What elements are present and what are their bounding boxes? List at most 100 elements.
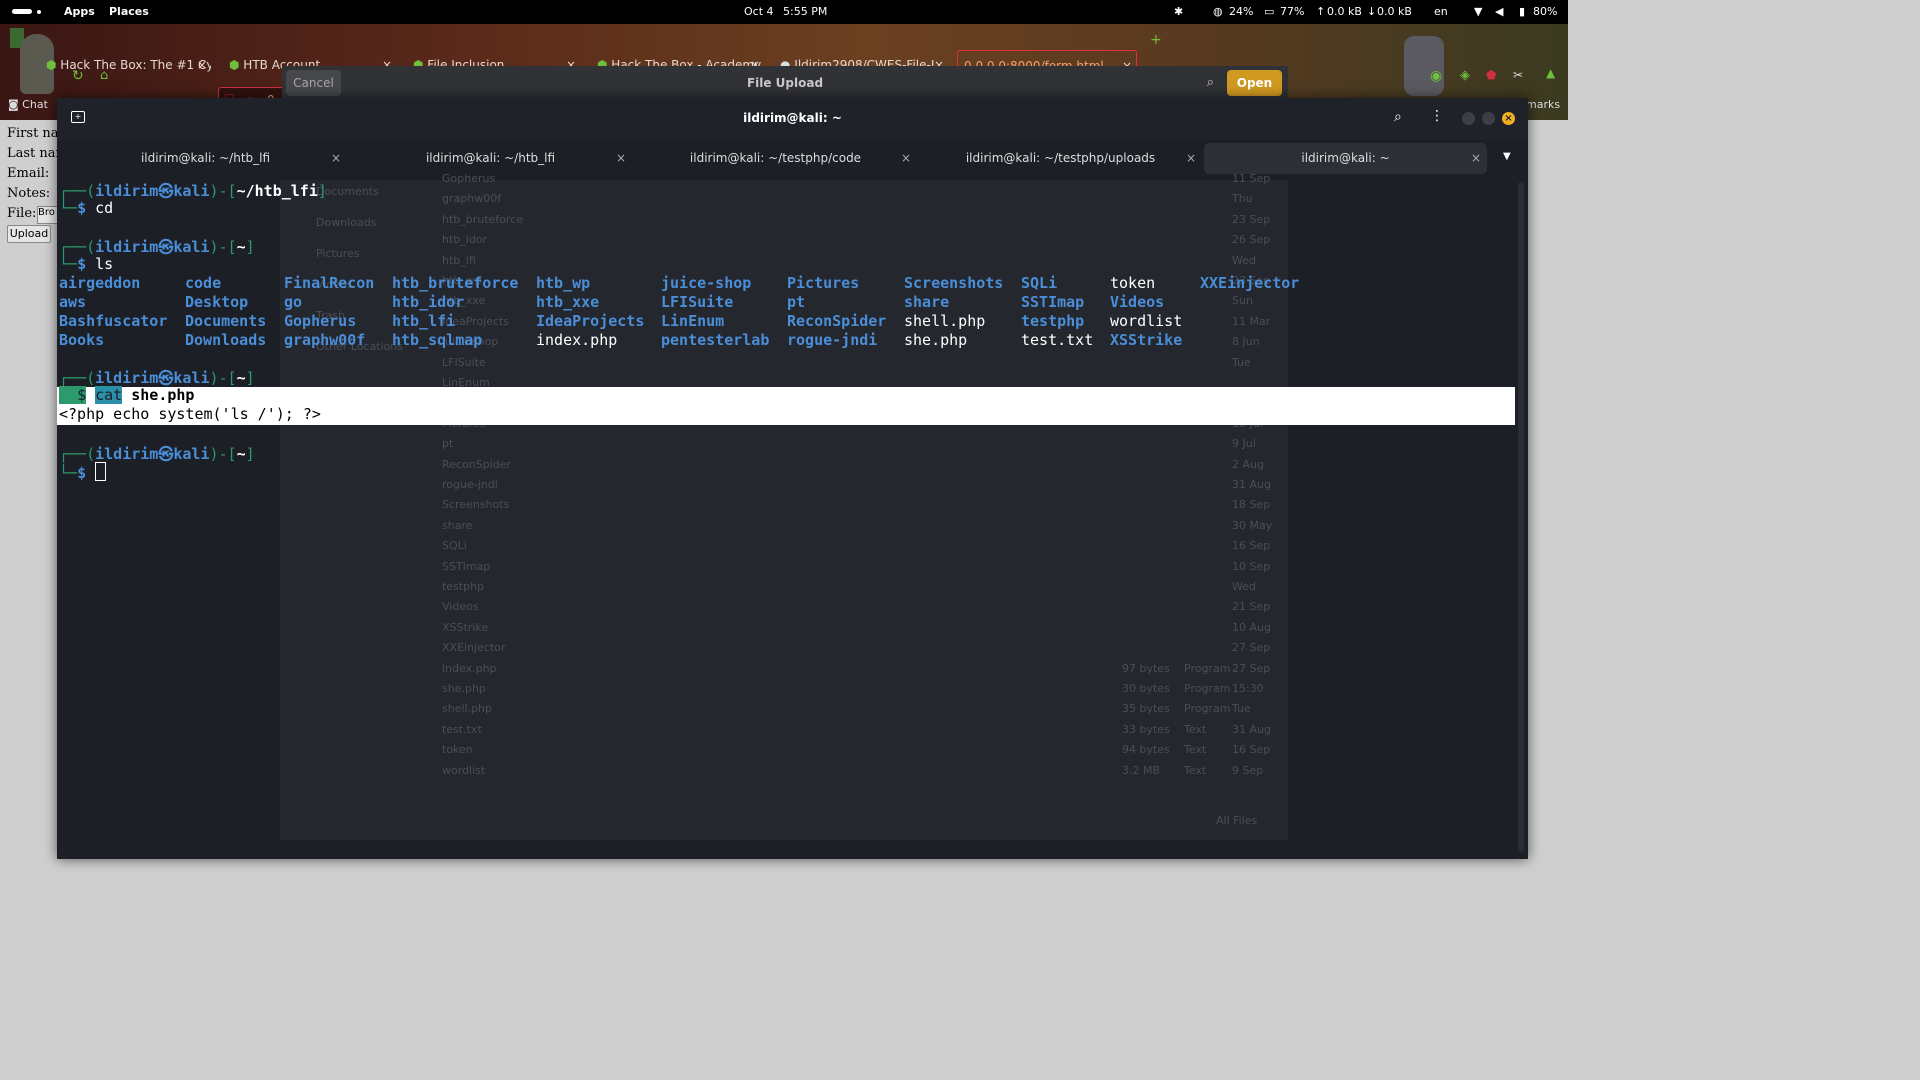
- prompt-line: ┌──(ildirim㉿kali)-[~]: [59, 238, 255, 256]
- chat-icon: ◙: [8, 98, 23, 111]
- clock-time[interactable]: 5:55 PM: [783, 5, 827, 18]
- ls-file: shell.php: [904, 312, 986, 330]
- other-bookmarks[interactable]: marks: [1526, 98, 1560, 111]
- ls-directory: FinalRecon: [284, 274, 375, 292]
- new-tab-icon[interactable]: +: [1150, 32, 1162, 48]
- ls-directory: rogue-jndi: [787, 331, 878, 349]
- prompt-line: ┌──(ildirim㉿kali)-[~]: [59, 369, 255, 387]
- last-name-label: Last nar: [7, 146, 58, 161]
- notes-label: Notes:: [7, 186, 51, 201]
- ls-file: test.txt: [1021, 331, 1094, 349]
- htb-cube-icon: ⬢: [229, 58, 244, 72]
- ls-directory: Downloads: [185, 331, 267, 349]
- ls-directory: htb_xxe: [536, 293, 600, 311]
- ls-directory: XSStrike: [1110, 331, 1183, 349]
- ls-directory: htb_sqlmap: [392, 331, 483, 349]
- memory-icon: ▭: [1264, 5, 1275, 18]
- net-down: 0.0 kB: [1377, 5, 1412, 18]
- ls-directory: Books: [59, 331, 105, 349]
- prompt-line: ┌──(ildirim㉿kali)-[~/htb_lfi]: [59, 182, 327, 200]
- ls-directory: code: [185, 274, 222, 292]
- clock-date[interactable]: Oct 4: [744, 5, 774, 18]
- ls-directory: ReconSpider: [787, 312, 887, 330]
- ls-directory: airgeddon: [59, 274, 141, 292]
- ls-directory: Gopherus: [284, 312, 357, 330]
- ls-directory: LinEnum: [661, 312, 725, 330]
- open-button[interactable]: Open: [1227, 70, 1282, 96]
- ls-directory: Screenshots: [904, 274, 1004, 292]
- upload-button[interactable]: Upload: [7, 225, 51, 243]
- command-output: <?php echo system('ls /'); ?>: [59, 405, 321, 423]
- command-line: └─$ cat she.php: [59, 386, 195, 404]
- extension-icon[interactable]: ◉: [1430, 68, 1442, 84]
- overflow-icon[interactable]: ▲: [1546, 66, 1555, 80]
- upload-form: First nar Last nar Email: Notes: File: B…: [0, 120, 58, 320]
- upload-arrow-icon: ↑: [1316, 5, 1326, 18]
- ls-file: she.php: [904, 331, 968, 349]
- ls-directory: htb_wp: [536, 274, 591, 292]
- home-icon[interactable]: ⌂: [100, 68, 108, 83]
- ls-directory: Documents: [185, 312, 267, 330]
- ls-directory: Desktop: [185, 293, 249, 311]
- keyboard-layout[interactable]: en: [1434, 5, 1448, 18]
- ls-directory: LFISuite: [661, 293, 734, 311]
- file-upload-dialog-header: Cancel File Upload ⌕ Open: [282, 66, 1288, 102]
- browser-tab[interactable]: ⬢ Hack The Box: The #1 Cyb ×: [46, 50, 211, 80]
- ls-directory: pentesterlab: [661, 331, 770, 349]
- ls-directory: Videos: [1110, 293, 1165, 311]
- apps-menu[interactable]: Apps: [64, 5, 95, 18]
- bookmark-chat[interactable]: ◙ Chat: [8, 98, 48, 111]
- workspace-indicator-icon[interactable]: [12, 9, 32, 14]
- ls-directory: htb_idor: [392, 293, 465, 311]
- cpu-usage: 24%: [1229, 5, 1254, 18]
- ls-directory: aws: [59, 293, 87, 311]
- terminal-scrollbar[interactable]: [1518, 182, 1524, 852]
- command-line: └─$ ls: [59, 255, 114, 273]
- ls-directory: testphp: [1021, 312, 1085, 330]
- battery-level: 80%: [1533, 5, 1558, 18]
- search-icon[interactable]: ⌕: [1207, 75, 1214, 90]
- battery-icon[interactable]: ▮: [1519, 5, 1525, 18]
- extension-character-image: [1404, 36, 1444, 96]
- first-name-label: First nar: [7, 126, 58, 141]
- places-menu[interactable]: Places: [109, 5, 149, 18]
- top-panel: Apps Places Oct 4 5:55 PM ✱ ◍ 24% ▭ 77% …: [0, 0, 1568, 24]
- ublock-icon[interactable]: ⬟: [1486, 68, 1496, 82]
- htb-cube-icon: ⬢: [46, 58, 61, 72]
- terminal-window: + ildirim@kali: ~ ⌕ ⋮ × ildirim@kali: ~/…: [57, 98, 1528, 859]
- ls-directory: htb_bruteforce: [392, 274, 519, 292]
- ls-directory: XXEinjector: [1200, 274, 1300, 292]
- screenshot-icon[interactable]: ✂: [1513, 68, 1523, 82]
- browse-button[interactable]: Bro: [37, 206, 58, 224]
- ls-directory: Bashfuscator: [59, 312, 168, 330]
- close-tab-icon[interactable]: ×: [197, 50, 207, 80]
- cpu-icon: ◍: [1213, 5, 1223, 18]
- memory-usage: 77%: [1280, 5, 1305, 18]
- ls-directory: htb_lfi: [392, 312, 456, 330]
- ls-directory: graphw00f: [284, 331, 366, 349]
- ls-directory: pt: [787, 293, 806, 311]
- command-line: └─$: [59, 462, 107, 482]
- ls-directory: go: [284, 293, 303, 311]
- text-cursor: [95, 462, 107, 481]
- ls-directory: IdeaProjects: [536, 312, 645, 330]
- net-up: 0.0 kB: [1327, 5, 1362, 18]
- prompt-line: ┌──(ildirim㉿kali)-[~]: [59, 445, 255, 463]
- ls-directory: share: [904, 293, 950, 311]
- wifi-icon[interactable]: ▼: [1474, 5, 1482, 18]
- volume-icon[interactable]: ◀: [1495, 5, 1503, 18]
- dialog-title: File Upload: [746, 76, 824, 90]
- ls-file: token: [1110, 274, 1156, 292]
- ls-file: wordlist: [1110, 312, 1183, 330]
- terminal-output[interactable]: ┌──(ildirim㉿kali)-[~/htb_lfi] └─$ cd ┌──…: [57, 98, 1515, 859]
- command-line: └─$ cd: [59, 199, 114, 217]
- email-label: Email:: [7, 166, 50, 181]
- ls-file: index.php: [536, 331, 618, 349]
- download-arrow-icon: ↓: [1367, 5, 1377, 18]
- workspace-dot-icon[interactable]: [37, 10, 41, 14]
- file-label: File:: [7, 206, 37, 221]
- extension-shield-icon[interactable]: ◈: [1460, 68, 1470, 83]
- reload-icon[interactable]: ↻: [72, 68, 84, 84]
- ls-directory: SSTImap: [1021, 293, 1085, 311]
- bluetooth-icon[interactable]: ✱: [1174, 5, 1183, 18]
